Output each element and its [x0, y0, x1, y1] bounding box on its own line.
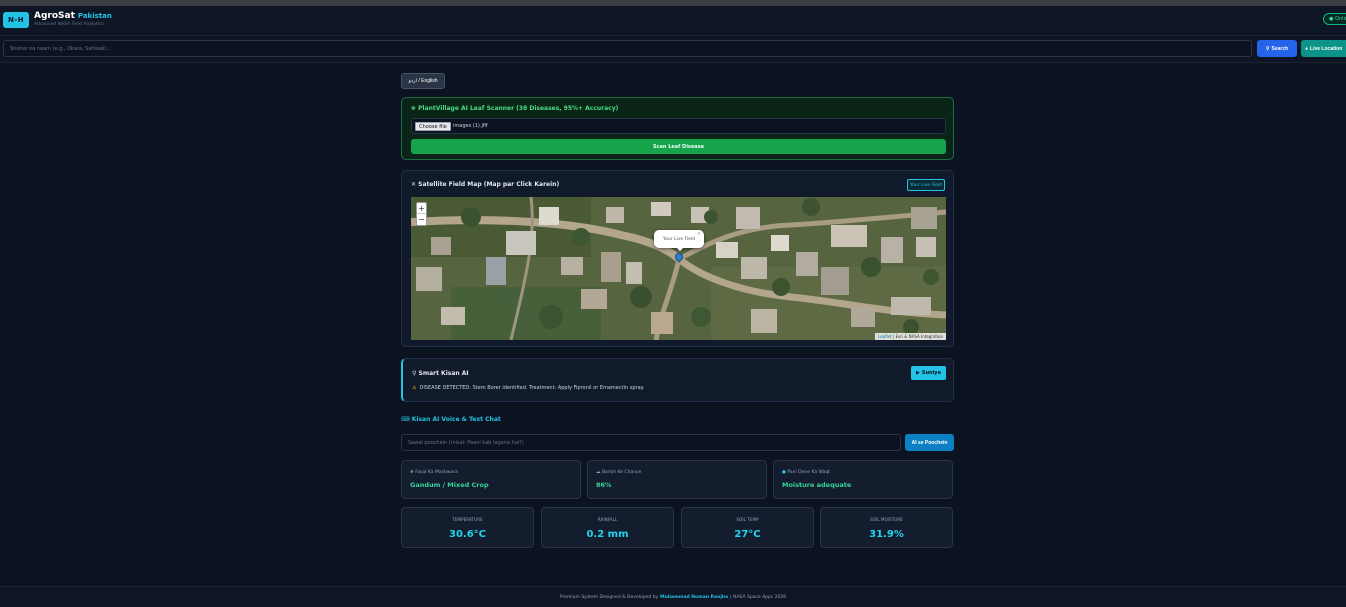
listen-button[interactable]: ▶ Suniye	[911, 366, 946, 380]
zoom-out-button[interactable]: −	[417, 214, 426, 225]
search-icon: ⚲	[1265, 45, 1270, 52]
metric-temperature: TEMPERATURE 30.6°C	[401, 507, 534, 548]
search-bar: ⚲ Search ● Live Location	[0, 37, 1346, 63]
search-button-label: Search	[1271, 45, 1289, 52]
info-card-crop-advice: ❀ Fasal Ka Mashwara Gandum / Mixed Crop	[401, 460, 581, 499]
metric-rainfall: RAINFALL 0.2 mm	[541, 507, 674, 548]
water-drop-icon: ●	[782, 470, 786, 475]
choose-file-button[interactable]: Choose file	[415, 122, 451, 131]
footer-suffix: | NASA Space Apps 2026	[730, 594, 787, 600]
play-icon: ▶	[916, 370, 920, 376]
metric-label: SOIL TEMP	[736, 517, 759, 522]
popup-close-icon[interactable]: ×	[697, 231, 701, 237]
cloud-icon: ☁	[596, 470, 601, 475]
metric-value: 30.6°C	[448, 529, 486, 540]
city-search-input[interactable]	[3, 40, 1252, 57]
info-card-irrigation-time: ● Pani Dene Ka Waqt Moisture adequate	[773, 460, 953, 499]
location-pin-icon: ●	[1305, 45, 1309, 52]
selected-file-name: images (1).jfif	[453, 123, 488, 129]
keyboard-icon: ⌨	[401, 416, 410, 423]
live-location-label: Live Location	[1310, 45, 1343, 52]
metric-label: TEMPERATURE	[452, 517, 483, 522]
live-location-button[interactable]: ● Live Location	[1301, 40, 1346, 57]
brand-title: AgroSat Pakistan	[34, 11, 112, 21]
attribution-text: | Esri & NASA Integration	[891, 334, 943, 339]
info-value: Moisture adequate	[782, 481, 852, 489]
your-live-field-tag[interactable]: Your Live Field	[907, 179, 945, 191]
info-card-rain-chance: ☁ Barish Ke Chance 86%	[587, 460, 767, 499]
footer-author: Muhammad Noman Ranjha	[660, 594, 729, 600]
map-attribution: Leaflet | Esri & NASA Integration	[875, 333, 946, 340]
logo: N-H	[3, 12, 29, 28]
seedling-icon: ❀	[410, 470, 414, 475]
zoom-controls: + −	[416, 202, 427, 226]
leaflet-link[interactable]: Leaflet	[878, 334, 892, 339]
map-popup: Your Live Field ×	[654, 230, 704, 248]
seedling-icon: ❀	[411, 105, 417, 112]
metric-soil-temp: SOIL TEMP 27°C	[681, 507, 814, 548]
file-upload-field[interactable]: Choose file images (1).jfif	[411, 118, 946, 134]
scan-leaf-disease-button[interactable]: Scan Leaf Disease	[411, 139, 946, 154]
metric-value: 27°C	[734, 529, 761, 540]
brand-name: AgroSat	[34, 11, 75, 21]
info-value: 86%	[596, 481, 612, 489]
info-label: Fasal Ka Mashwara	[415, 470, 458, 475]
map-popup-tip	[676, 247, 684, 251]
metric-soil-moisture: SOIL MOISTURE 31.9%	[820, 507, 953, 548]
footer: Premium System Designed & Developed by M…	[0, 586, 1346, 607]
brand-tagline: Advanced NASA Field Analytics	[34, 22, 104, 27]
language-toggle-button[interactable]: اردو / English	[401, 73, 445, 89]
map-popup-text: Your Live Field	[662, 236, 696, 242]
footer-prefix: Premium System Designed & Developed by	[559, 594, 659, 600]
info-label: Pani Dene Ka Waqt	[787, 470, 831, 475]
metric-label: SOIL MOISTURE	[870, 517, 903, 522]
map-title: ✕ Satellite Field Map (Map par Click Kar…	[411, 181, 560, 188]
warning-icon: ⚠	[412, 385, 417, 391]
satellite-icon: ✕	[411, 181, 417, 188]
info-value: Gandum / Mixed Crop	[410, 481, 489, 489]
microphone-icon: ⚲	[412, 370, 417, 377]
smart-ai-title: ⚲ Smart Kisan AI	[412, 370, 469, 377]
ask-ai-button[interactable]: AI se Poochein	[905, 434, 954, 451]
brand-region: Pakistan	[77, 12, 112, 20]
metric-value: 31.9%	[869, 529, 904, 540]
chat-question-input[interactable]	[401, 434, 901, 451]
satellite-map-card: ✕ Satellite Field Map (Map par Click Kar…	[401, 170, 954, 347]
zoom-in-button[interactable]: +	[417, 203, 426, 214]
ai-diagnosis-message: ⚠ DISEASE DETECTED: Stem Borer identified…	[412, 385, 645, 391]
metric-value: 0.2 mm	[586, 529, 629, 540]
leaf-scanner-title: ❀ PlantVillage AI Leaf Scanner (38 Disea…	[411, 105, 619, 112]
chat-section-title: ⌨ Kisan AI Voice & Text Chat	[401, 416, 501, 423]
leaf-scanner-card: ❀ PlantVillage AI Leaf Scanner (38 Disea…	[401, 97, 954, 160]
app-header: N-H AgroSat Pakistan Advanced NASA Field …	[0, 6, 1346, 36]
smart-kisan-ai-card: ⚲ Smart Kisan AI ▶ Suniye ⚠ DISEASE DETEC…	[401, 358, 954, 402]
satellite-imagery[interactable]	[411, 197, 946, 340]
info-label: Barish Ke Chance	[601, 470, 642, 475]
metric-label: RAINFALL	[597, 517, 618, 522]
satellite-map[interactable]: + − Your Live Field × Leaflet | Esri & N…	[411, 197, 946, 340]
online-status-badge: ● Online	[1323, 13, 1346, 25]
search-button[interactable]: ⚲ Search	[1257, 40, 1297, 57]
